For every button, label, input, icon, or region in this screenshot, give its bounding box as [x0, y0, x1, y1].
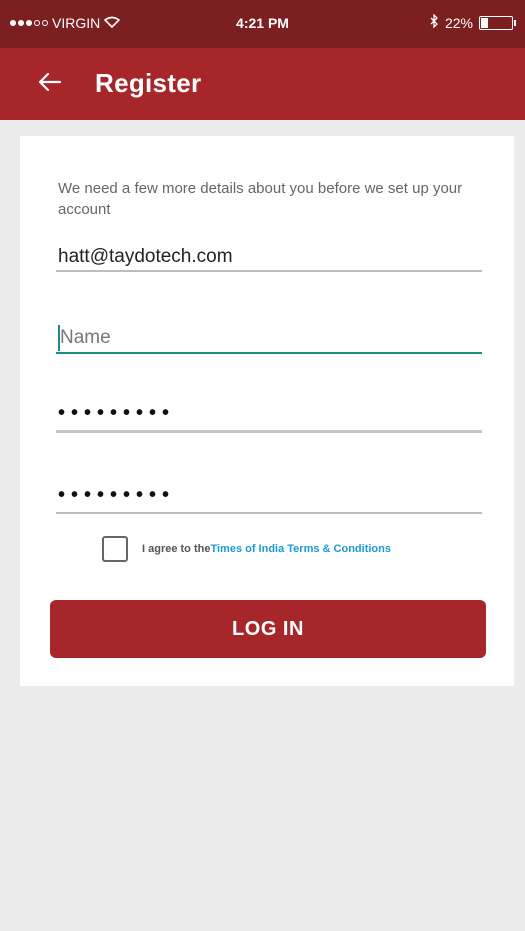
email-field[interactable]: hatt@taydotech.com [56, 242, 482, 274]
back-button[interactable] [34, 64, 66, 100]
status-right: 22% [429, 13, 516, 31]
bluetooth-icon [429, 13, 439, 31]
confirm-password-value: ••••••••• [58, 484, 176, 506]
terms-link[interactable]: Times of India Terms & Conditions [210, 543, 391, 555]
password-underline [56, 430, 482, 433]
email-underline [56, 270, 482, 272]
confirm-password-field[interactable]: ••••••••• [56, 482, 482, 518]
status-bar: VIRGIN 4:21 PM 22% [0, 0, 525, 48]
terms-checkbox[interactable] [102, 536, 128, 562]
email-value: hatt@taydotech.com [58, 246, 233, 267]
battery-level [481, 17, 489, 28]
name-underline [56, 352, 482, 354]
battery-percentage: 22% [444, 14, 473, 31]
battery-icon [479, 15, 516, 30]
app-bar: Register [0, 48, 525, 120]
name-field[interactable] [56, 318, 486, 358]
password-value: ••••••••• [58, 402, 176, 424]
login-button[interactable]: LOG IN [50, 600, 486, 658]
intro-text: We need a few more details about you bef… [58, 180, 463, 218]
confirm-password-underline [56, 512, 482, 514]
arrow-left-icon [39, 73, 61, 91]
page-title: Register [95, 68, 202, 98]
text-cursor [58, 325, 60, 351]
terms-agreement: I agree to the Times of India Terms & Co… [102, 536, 391, 562]
password-field[interactable]: ••••••••• [56, 400, 482, 436]
agree-label: I agree to the [142, 543, 211, 555]
